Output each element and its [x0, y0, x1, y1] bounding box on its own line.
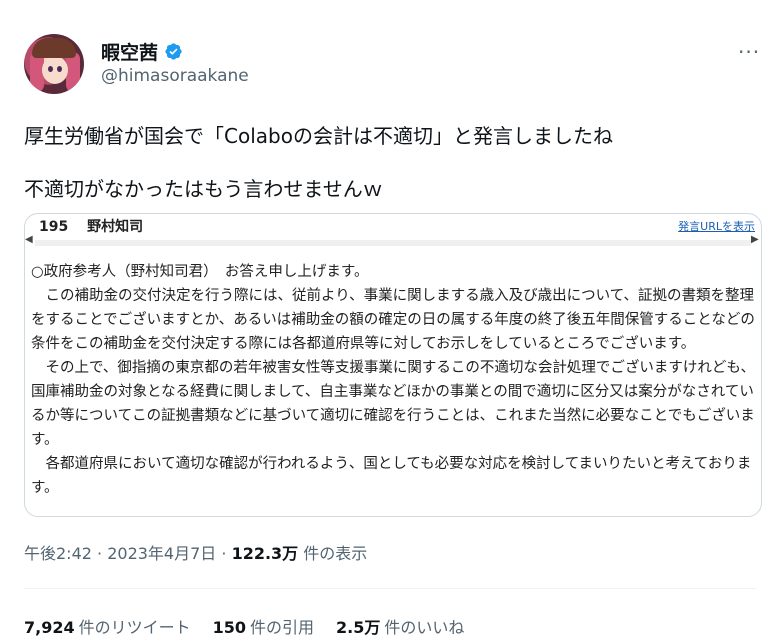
handle[interactable]: @himasoraakane	[101, 66, 249, 86]
like-count: 2.5万	[336, 618, 381, 637]
transcript-paragraph: 各都道府県において適切な確認が行われるよう、国としても必要な対応を検討してまいり…	[31, 456, 752, 496]
author-name-row: 暇空茜	[101, 38, 183, 65]
quote-label: 件の引用	[250, 618, 315, 637]
quotes-stat[interactable]: 150 件の引用	[213, 614, 314, 638]
embedded-image[interactable]: 195 野村知司 発言URLを表示 ◀ ▶ ○政府参考人（野村知司君） お答え申…	[24, 213, 762, 517]
retweet-count: 7,924	[24, 618, 75, 637]
show-url-link[interactable]: 発言URLを表示	[678, 218, 755, 234]
transcript-paragraph: その上で、御指摘の東京都の若年被害女性等支援事業に関するこの不適切な会計処理でご…	[31, 360, 755, 448]
verified-badge-icon	[165, 43, 182, 60]
avatar-eye-right	[57, 66, 62, 72]
transcript-number: 195	[39, 219, 69, 235]
view-label: 件の表示	[298, 544, 368, 563]
meta-separator: ·	[216, 544, 232, 563]
engagement-stats: 7,924 件のリツイート 150 件の引用 2.5万 件のいいね	[24, 614, 464, 638]
avatar-hat	[32, 38, 76, 58]
tweet-date[interactable]: 2023年4月7日	[107, 544, 216, 563]
avatar-hair-right	[66, 52, 80, 92]
horizontal-scrollbar[interactable]	[35, 240, 751, 246]
scroll-right-icon[interactable]: ▶	[751, 234, 761, 250]
quote-count: 150	[212, 618, 247, 637]
display-name[interactable]: 暇空茜	[101, 38, 158, 65]
retweet-label: 件のリツイート	[78, 618, 191, 637]
tweet-text-line2: 不適切がなかったはもう言わせませんｗ	[24, 177, 383, 201]
tweet-text-line1: 厚生労働省が国会で「Colaboの会計は不適切」と発言しましたね	[24, 124, 613, 148]
avatar-eye-left	[48, 66, 53, 72]
transcript-paragraph: この補助金の交付決定を行う際には、従前より、事業に関しまする歳入及び歳出について…	[31, 288, 755, 352]
scroll-left-icon[interactable]: ◀	[25, 234, 35, 250]
meta-separator: ·	[91, 544, 108, 563]
more-options-icon[interactable]: ···	[738, 40, 760, 64]
avatar-face	[42, 56, 68, 84]
transcript-header: 195 野村知司	[39, 216, 143, 236]
retweets-stat[interactable]: 7,924 件のリツイート	[24, 614, 191, 638]
tweet-time[interactable]: 午後2:42	[24, 544, 92, 563]
transcript-paragraph: ○政府参考人（野村知司君） お答え申し上げます。	[31, 264, 369, 280]
like-label: 件のいいね	[384, 618, 465, 637]
avatar[interactable]	[24, 34, 84, 94]
divider	[24, 588, 756, 589]
transcript-speaker: 野村知司	[87, 219, 144, 235]
likes-stat[interactable]: 2.5万 件のいいね	[336, 614, 464, 638]
transcript-body: ○政府参考人（野村知司君） お答え申し上げます。 この補助金の交付決定を行う際に…	[31, 260, 759, 500]
view-count: 122.3万	[231, 544, 299, 563]
tweet-meta: 午後2:42 · 2023年4月7日 · 122.3万 件の表示	[24, 540, 367, 564]
